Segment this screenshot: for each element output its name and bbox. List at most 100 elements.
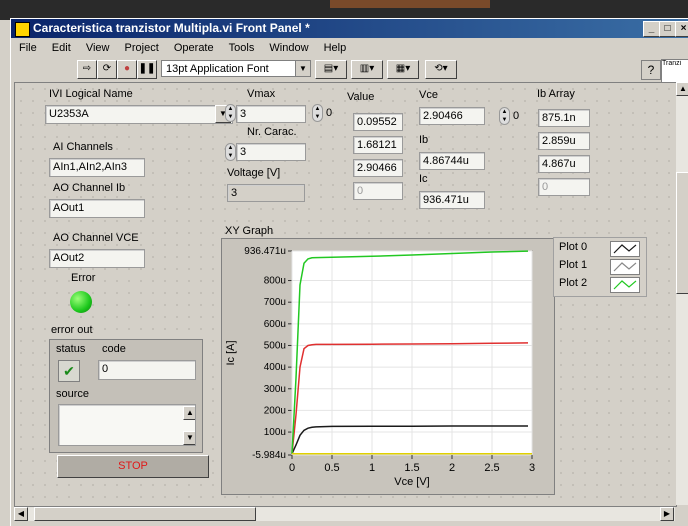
y-tick-label: 936.471u	[244, 246, 286, 257]
x-tick-label: 0	[289, 462, 295, 474]
menu-view[interactable]: View	[86, 39, 110, 57]
value-label: Value	[347, 91, 375, 103]
minimize-button[interactable]: _	[643, 21, 660, 37]
x-axis-label: Vce [V]	[394, 476, 429, 488]
voltage-label: Voltage [V]	[227, 167, 281, 179]
maximize-button[interactable]: □	[659, 21, 676, 37]
value-array-item: 0.09552	[353, 113, 403, 131]
ivi-logical-name-value: U2353A	[49, 108, 89, 120]
resize-objects-icon[interactable]: ▦▾	[387, 60, 419, 79]
legend-swatch	[610, 277, 640, 293]
value-array-item: 1.68121	[353, 136, 403, 154]
close-button[interactable]: ×	[675, 21, 688, 37]
y-axis-label: Ic [A]	[225, 340, 237, 365]
x-tick-label: 1	[369, 462, 375, 474]
status-label: status	[56, 343, 86, 355]
ai-channels-label: AI Channels	[53, 141, 113, 153]
code-label: code	[102, 343, 126, 355]
x-tick-label: 2.5	[484, 462, 499, 474]
source-indicator: ▲ ▼	[58, 404, 196, 446]
ao-channel-vce-input[interactable]: AOut2	[49, 249, 145, 268]
legend-swatch	[610, 259, 640, 275]
xy-graph-label: XY Graph	[225, 225, 274, 237]
scroll-left-icon[interactable]: ◀	[14, 507, 28, 521]
front-panel-window: Caracteristica tranzistor Multipla.vi Fr…	[10, 18, 688, 526]
legend-name: Plot 1	[559, 259, 588, 271]
align-objects-icon[interactable]: ▤▾	[315, 60, 347, 79]
menu-edit[interactable]: Edit	[52, 39, 71, 57]
nr-carac-increment-icon[interactable]: ▲ ▼	[225, 143, 236, 161]
ivi-logical-name-label: IVI Logical Name	[49, 88, 133, 100]
ao-channel-vce-label: AO Channel VCE	[53, 232, 139, 244]
voltage-indicator: 3	[227, 184, 305, 202]
y-tick-label: 100u	[264, 427, 286, 438]
font-selector-value: 13pt Application Font	[166, 63, 269, 75]
vmax-increment-icon[interactable]: ▲ ▼	[225, 104, 236, 122]
vmax-index[interactable]: 0	[326, 107, 332, 119]
menu-bar: File Edit View Project Operate Tools Win…	[11, 39, 688, 57]
plot-legend[interactable]: Plot 0 Plot 1 Plot 2	[553, 237, 647, 297]
font-selector[interactable]: 13pt Application Font ▼	[161, 60, 311, 77]
ib-array-item: 4.867u	[538, 155, 590, 173]
value-array-item: 2.90466	[353, 159, 403, 177]
ivi-logical-name-input[interactable]: U2353A	[45, 105, 233, 124]
menu-tools[interactable]: Tools	[229, 39, 255, 57]
abort-icon[interactable]: ●	[117, 60, 137, 79]
reorder-icon[interactable]: ⟲▾	[425, 60, 457, 79]
horizontal-scrollbar[interactable]: ◀ ▶	[14, 507, 675, 521]
vertical-scrollbar[interactable]: ▲	[676, 82, 688, 505]
scroll-right-icon[interactable]: ▶	[660, 507, 674, 521]
vce-index-spinner[interactable]: ▲ ▼	[499, 107, 510, 125]
ib-array-item: 0	[538, 178, 590, 196]
window-title: Caracteristica tranzistor Multipla.vi Fr…	[33, 21, 310, 35]
menu-help[interactable]: Help	[324, 39, 347, 57]
menu-file[interactable]: File	[19, 39, 37, 57]
run-continuously-icon[interactable]: ⟳	[97, 60, 117, 79]
xy-graph[interactable]: 936.471u 800u 700u 600u 500u 400u 300u 200u 100u…	[221, 238, 555, 495]
scroll-up-icon[interactable]: ▲	[183, 406, 195, 420]
ic-indicator: 936.471u	[419, 191, 485, 209]
scroll-up-icon[interactable]: ▲	[676, 82, 688, 96]
screen: Caracteristica tranzistor Multipla.vi Fr…	[0, 0, 688, 526]
legend-row-plot-1[interactable]: Plot 1	[554, 257, 646, 275]
toolbar: ⇨ ⟳ ● ❚❚ 13pt Application Font ▼ ▤▾ ▥▾ ▦…	[11, 57, 688, 81]
error-out-label: error out	[51, 324, 93, 336]
legend-name: Plot 0	[559, 241, 588, 253]
run-arrow-icon[interactable]: ⇨	[77, 60, 97, 79]
value-array-item: 0	[353, 182, 403, 200]
legend-row-plot-2[interactable]: Plot 2	[554, 275, 646, 293]
context-help-window[interactable]: Tranzi	[661, 59, 688, 83]
nr-carac-input[interactable]: 3	[236, 143, 306, 161]
nr-carac-label: Nr. Carac.	[247, 126, 297, 138]
source-label: source	[56, 388, 90, 400]
title-bar[interactable]: Caracteristica tranzistor Multipla.vi Fr…	[11, 19, 688, 38]
legend-name: Plot 2	[559, 277, 588, 289]
x-tick-label: 0.5	[324, 462, 339, 474]
stop-button[interactable]: STOP	[57, 455, 209, 478]
vmax-index-spinner[interactable]: ▲ ▼	[312, 104, 323, 122]
vertical-scroll-thumb[interactable]	[676, 172, 688, 294]
ib-array-item: 2.859u	[538, 132, 590, 150]
y-tick-label: 200u	[264, 405, 286, 416]
y-tick-label: 400u	[264, 362, 286, 373]
front-panel: IVI Logical Name U2353A ▼ AI Channels AI…	[14, 82, 677, 507]
ao-channel-ib-input[interactable]: AOut1	[49, 199, 145, 218]
ai-channels-input[interactable]: AIn1,AIn2,AIn3	[49, 158, 145, 177]
horizontal-scroll-thumb[interactable]	[34, 507, 256, 521]
vce-index[interactable]: 0	[513, 110, 519, 122]
x-tick-label: 3	[529, 462, 535, 474]
help-icon[interactable]: ?	[641, 60, 661, 80]
distribute-objects-icon[interactable]: ▥▾	[351, 60, 383, 79]
menu-operate[interactable]: Operate	[174, 39, 214, 57]
legend-row-plot-0[interactable]: Plot 0	[554, 239, 646, 257]
code-indicator: 0	[98, 360, 196, 380]
ib-indicator: 4.86744u	[419, 152, 485, 170]
chevron-down-icon: ▼	[295, 61, 310, 76]
ib-array-item: 875.1n	[538, 109, 590, 127]
menu-project[interactable]: Project	[125, 39, 159, 57]
menu-window[interactable]: Window	[269, 39, 308, 57]
vmax-input[interactable]: 3	[236, 105, 306, 123]
pause-icon[interactable]: ❚❚	[137, 60, 157, 79]
scroll-down-icon[interactable]: ▼	[183, 431, 195, 445]
y-tick-label: 600u	[264, 319, 286, 330]
